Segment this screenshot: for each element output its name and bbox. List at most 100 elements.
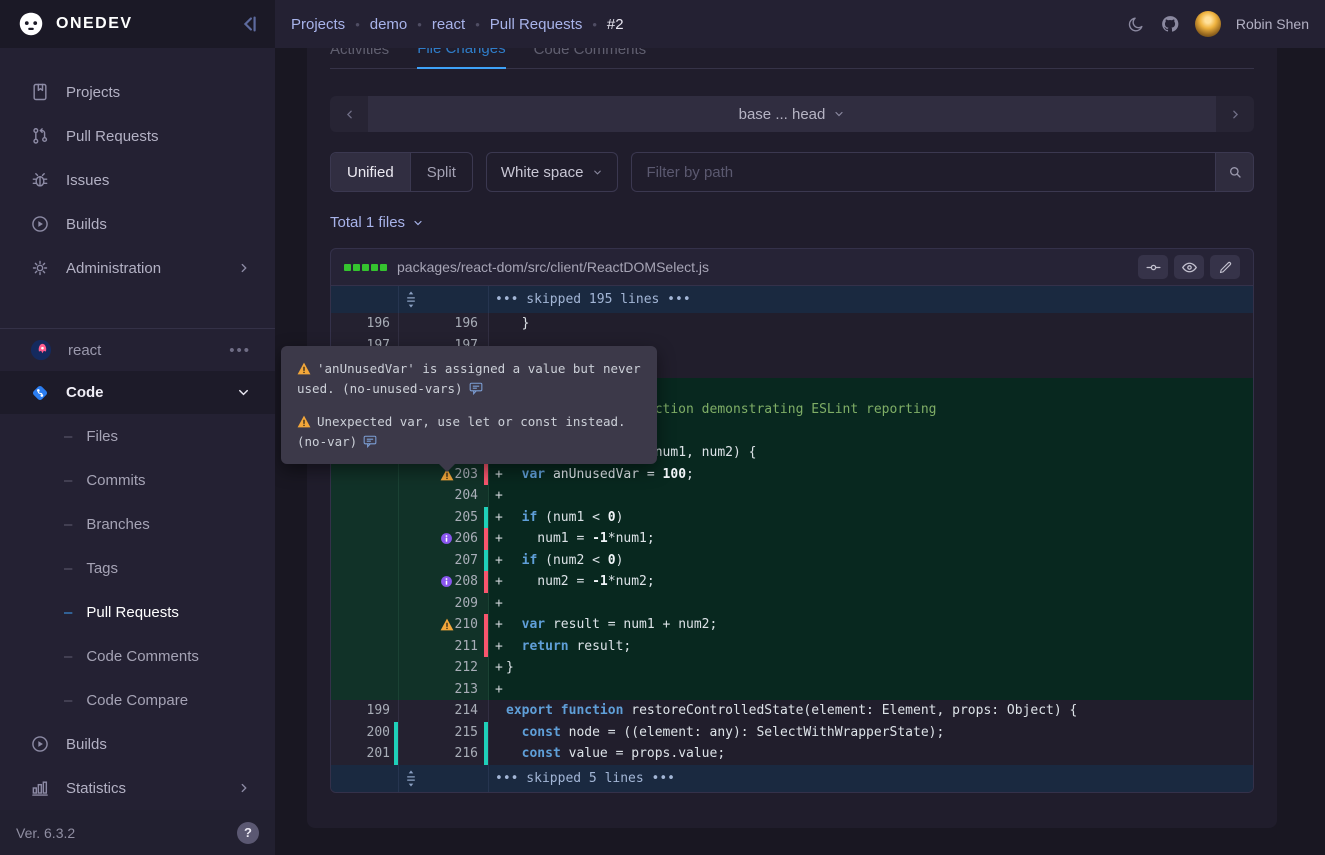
warning-icon[interactable] bbox=[440, 618, 454, 632]
breadcrumb-projects[interactable]: Projects bbox=[291, 16, 345, 33]
split-button[interactable]: Split bbox=[410, 153, 472, 191]
new-line-number[interactable]: 203 bbox=[455, 464, 478, 486]
new-line-number[interactable]: 214 bbox=[455, 700, 478, 722]
new-line-number[interactable]: 206 bbox=[455, 528, 478, 550]
diff-sign: + bbox=[495, 485, 506, 507]
breadcrumb-separator: • bbox=[475, 17, 480, 32]
diff-row: 206+ num1 = -1*num1; bbox=[331, 528, 1253, 550]
sidebar-item-statistics[interactable]: Statistics bbox=[0, 766, 275, 810]
help-icon[interactable]: ? bbox=[237, 822, 259, 844]
chevron-right-icon bbox=[237, 261, 251, 275]
expand-lines-icon[interactable] bbox=[403, 769, 419, 788]
sidebar: ONEDEV Projects Pull Requests Issues bbox=[0, 0, 275, 855]
code-line: const value = props.value; bbox=[489, 743, 1253, 765]
old-line-gutter bbox=[331, 765, 399, 792]
diff-sign: + bbox=[495, 657, 506, 679]
old-line-number[interactable]: 201 bbox=[367, 743, 390, 765]
diff-row: 203+ var anUnusedVar = 100; bbox=[331, 464, 1253, 486]
add-comment-icon[interactable] bbox=[363, 435, 377, 448]
old-line-number[interactable]: 199 bbox=[367, 700, 390, 722]
new-line-number[interactable]: 216 bbox=[455, 743, 478, 765]
breadcrumb-separator: • bbox=[417, 17, 422, 32]
sidebar-project-react[interactable]: react ••• bbox=[0, 328, 275, 371]
breadcrumb-react[interactable]: react bbox=[432, 16, 465, 33]
project-menu-dots-icon[interactable]: ••• bbox=[229, 342, 251, 359]
gear-icon bbox=[30, 258, 50, 278]
breadcrumb-demo[interactable]: demo bbox=[370, 16, 408, 33]
breadcrumb-pull-requests[interactable]: Pull Requests bbox=[490, 16, 583, 33]
sidebar-item-files[interactable]: Files bbox=[0, 414, 275, 458]
new-line-number[interactable]: 196 bbox=[455, 313, 478, 335]
filter-by-path-input[interactable] bbox=[631, 152, 1215, 192]
user-avatar[interactable] bbox=[1195, 11, 1221, 37]
sidebar-item-projects[interactable]: Projects bbox=[0, 70, 275, 114]
diff-controls: Unified Split White space bbox=[330, 152, 1254, 192]
new-line-number[interactable]: 215 bbox=[455, 722, 478, 744]
edit-file-button[interactable] bbox=[1210, 255, 1240, 279]
old-line-gutter bbox=[331, 571, 399, 593]
sidebar-item-commits[interactable]: Commits bbox=[0, 458, 275, 502]
eslint-problems-tooltip: 'anUnusedVar' is assigned a value but ne… bbox=[281, 346, 657, 464]
new-line-number[interactable]: 204 bbox=[455, 485, 478, 507]
sidebar-item-project-builds[interactable]: Builds bbox=[0, 722, 275, 766]
info-icon[interactable] bbox=[440, 532, 454, 546]
sidebar-item-administration[interactable]: Administration bbox=[0, 246, 275, 290]
sidebar-item-code-comments[interactable]: Code Comments bbox=[0, 634, 275, 678]
code-line: +} bbox=[489, 657, 1253, 679]
onedev-logo-icon[interactable] bbox=[16, 9, 46, 39]
sidebar-item-tags[interactable]: Tags bbox=[0, 546, 275, 590]
next-revision-icon[interactable] bbox=[1216, 96, 1254, 132]
info-icon[interactable] bbox=[440, 575, 454, 589]
sidebar-item-pull-requests-sub[interactable]: Pull Requests bbox=[0, 590, 275, 634]
dark-mode-moon-icon[interactable] bbox=[1126, 15, 1145, 34]
new-line-number[interactable]: 213 bbox=[455, 679, 478, 701]
coverage-bar bbox=[484, 614, 488, 636]
diff-expander-row[interactable]: ••• skipped 5 lines ••• bbox=[331, 765, 1253, 792]
total-files-dropdown[interactable]: Total 1 files bbox=[330, 214, 1254, 231]
search-button[interactable] bbox=[1215, 152, 1254, 192]
new-line-number[interactable]: 208 bbox=[455, 571, 478, 593]
unified-button[interactable]: Unified bbox=[331, 153, 410, 191]
prev-revision-icon[interactable] bbox=[330, 96, 368, 132]
diff-expander-row[interactable]: ••• skipped 195 lines ••• bbox=[331, 286, 1253, 313]
new-line-gutter: 208 bbox=[399, 571, 489, 593]
whitespace-dropdown[interactable]: White space bbox=[486, 152, 619, 192]
sidebar-item-code-compare[interactable]: Code Compare bbox=[0, 678, 275, 722]
sidebar-item-pull-requests[interactable]: Pull Requests bbox=[0, 114, 275, 158]
old-line-number[interactable]: 196 bbox=[367, 313, 390, 335]
skipped-lines-label: ••• skipped 5 lines ••• bbox=[489, 765, 1253, 792]
new-line-number[interactable]: 211 bbox=[455, 636, 478, 658]
view-commit-button[interactable] bbox=[1138, 255, 1168, 279]
sidebar-item-label: Branches bbox=[86, 516, 149, 533]
sidebar-item-issues[interactable]: Issues bbox=[0, 158, 275, 202]
main-content: Activities File Changes Code Comments ba… bbox=[275, 0, 1325, 855]
view-file-button[interactable] bbox=[1174, 255, 1204, 279]
new-line-gutter: 209 bbox=[399, 593, 489, 615]
coverage-bar bbox=[394, 743, 398, 765]
sidebar-collapse-icon[interactable] bbox=[239, 13, 261, 35]
new-line-gutter: 215 bbox=[399, 722, 489, 744]
new-line-number[interactable]: 205 bbox=[455, 507, 478, 529]
sidebar-item-label: Pull Requests bbox=[66, 128, 159, 145]
breadcrumb-separator: • bbox=[592, 17, 597, 32]
code-line: const node = ((element: any): SelectWith… bbox=[489, 722, 1253, 744]
sidebar-item-label: Code Comments bbox=[86, 648, 199, 665]
old-line-gutter: 200 bbox=[331, 722, 399, 744]
old-line-gutter bbox=[331, 550, 399, 572]
github-icon[interactable] bbox=[1160, 14, 1180, 34]
sidebar-section-code[interactable]: Code bbox=[0, 371, 275, 414]
new-line-number[interactable]: 209 bbox=[455, 593, 478, 615]
play-circle-icon bbox=[30, 214, 50, 234]
sidebar-item-branches[interactable]: Branches bbox=[0, 502, 275, 546]
new-line-number[interactable]: 207 bbox=[455, 550, 478, 572]
add-comment-icon[interactable] bbox=[469, 382, 483, 395]
new-line-number[interactable]: 210 bbox=[455, 614, 478, 636]
chevron-down-icon bbox=[833, 108, 845, 120]
expand-lines-icon[interactable] bbox=[403, 290, 419, 309]
old-line-number[interactable]: 200 bbox=[367, 722, 390, 744]
revision-range-selector[interactable]: base ... head bbox=[368, 96, 1216, 132]
new-line-number[interactable]: 212 bbox=[455, 657, 478, 679]
sidebar-item-builds[interactable]: Builds bbox=[0, 202, 275, 246]
brand-name: ONEDEV bbox=[56, 15, 133, 33]
user-name[interactable]: Robin Shen bbox=[1236, 16, 1309, 32]
